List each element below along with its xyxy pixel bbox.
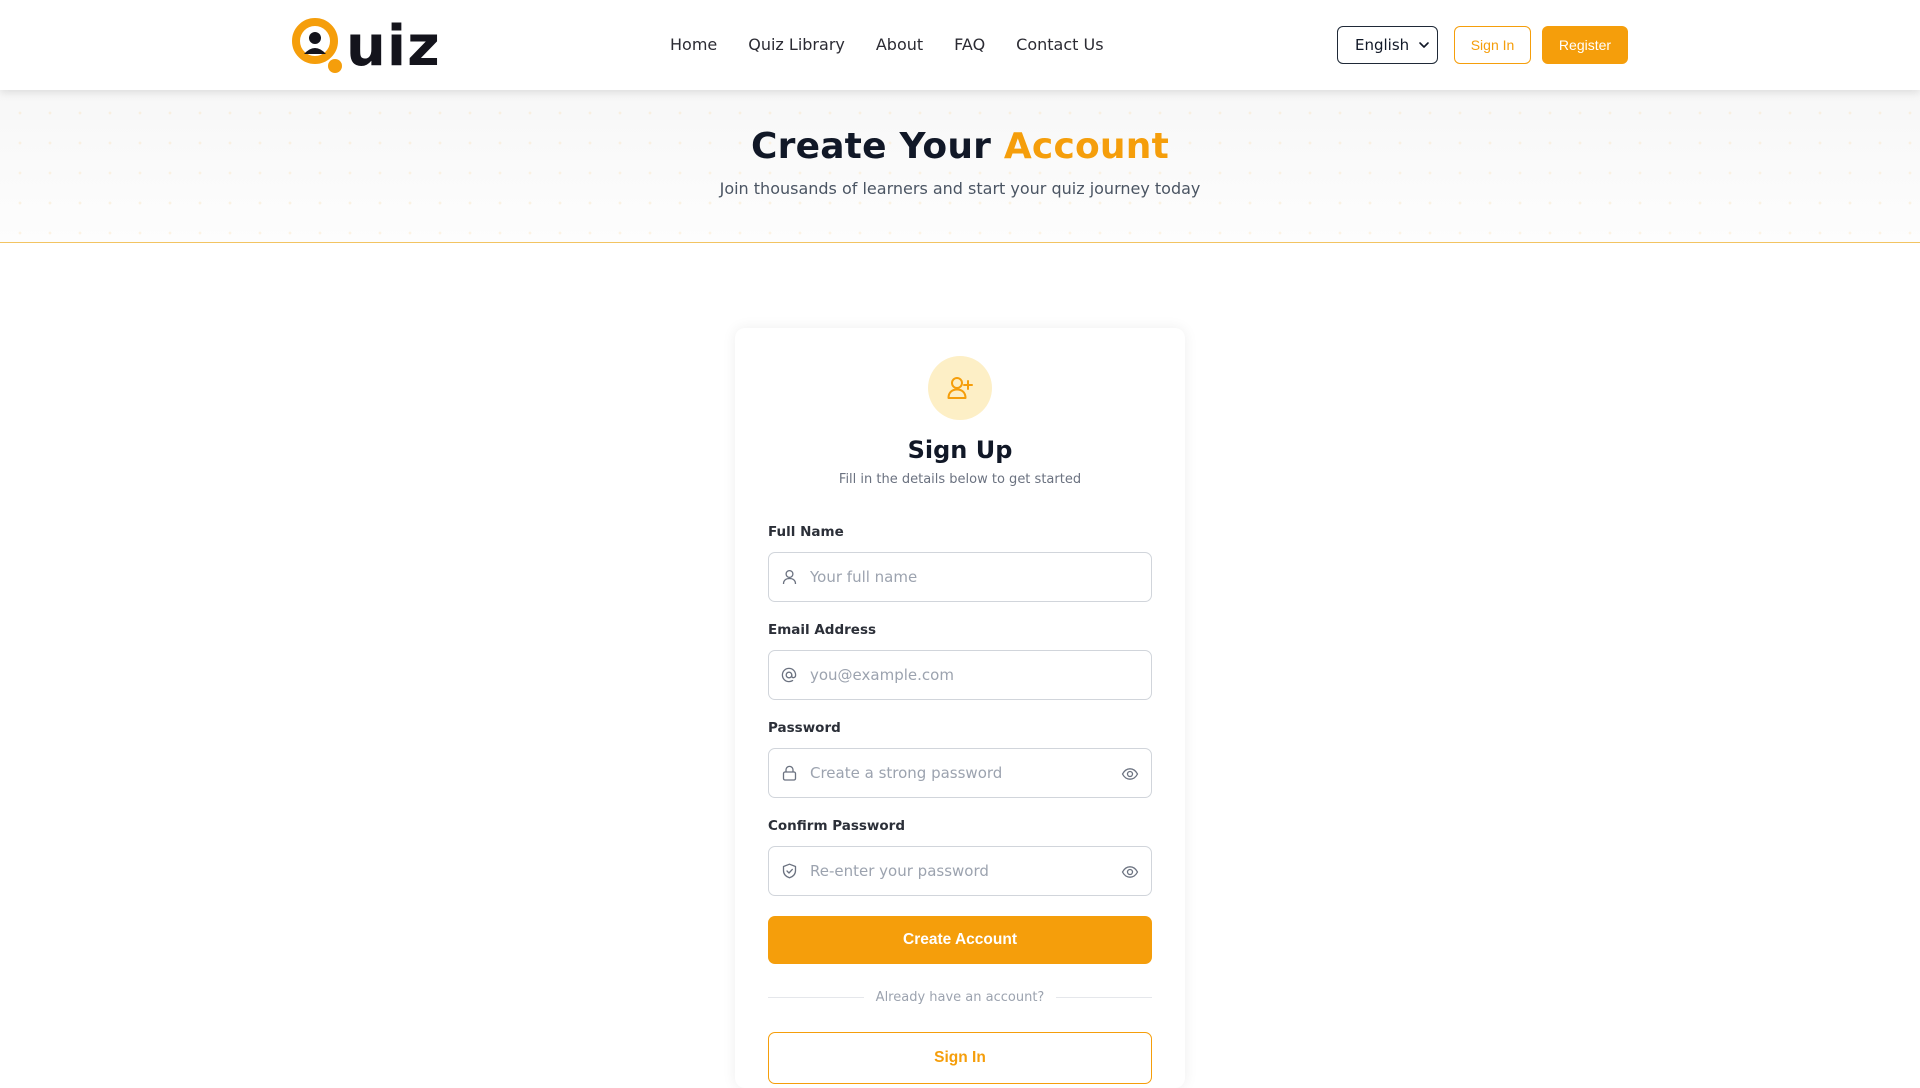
form-title: Sign Up <box>907 436 1013 464</box>
full-name-field[interactable] <box>768 552 1152 602</box>
quiz-logo[interactable]: uiz <box>290 14 441 76</box>
language-value: English <box>1355 36 1410 54</box>
divider-line-right <box>1056 996 1153 998</box>
user-icon <box>781 569 797 585</box>
page-title-main: Create Your <box>751 126 1004 167</box>
divider: Already have an account? <box>768 988 1153 1006</box>
nav-about[interactable]: About <box>876 35 923 54</box>
lock-icon <box>781 765 797 781</box>
header-sign-in-button[interactable]: Sign In <box>1454 26 1531 64</box>
nav-quiz-library[interactable]: Quiz Library <box>748 35 845 54</box>
sign-in-button[interactable]: Sign In <box>768 1032 1152 1084</box>
header-register-button[interactable]: Register <box>1542 26 1628 64</box>
full-name-label: Full Name <box>768 524 844 540</box>
full-name-input[interactable] <box>810 562 1100 592</box>
page-title: Create Your Account <box>0 126 1920 167</box>
divider-text: Already have an account? <box>875 989 1045 1005</box>
main-nav: Home Quiz Library About FAQ Contact Us <box>670 0 1135 88</box>
language-select[interactable]: English <box>1337 26 1438 64</box>
page-subtitle: Join thousands of learners and start you… <box>719 179 1201 198</box>
divider-line-left <box>768 996 864 998</box>
show-password-eye-icon[interactable] <box>1121 765 1139 783</box>
password-label: Password <box>768 720 841 736</box>
confirm-password-field[interactable] <box>768 846 1152 896</box>
top-header: uiz Home Quiz Library About FAQ Contact … <box>0 0 1920 90</box>
logo-text: uiz <box>346 14 441 79</box>
email-label: Email Address <box>768 622 877 638</box>
password-field[interactable] <box>768 748 1152 798</box>
shield-check-icon <box>781 863 797 879</box>
signup-card: Sign Up Fill in the details below to get… <box>735 328 1185 1088</box>
at-icon <box>781 667 797 683</box>
email-field[interactable] <box>768 650 1152 700</box>
logo-q-icon <box>292 18 342 73</box>
nav-contact-us[interactable]: Contact Us <box>1016 35 1103 54</box>
create-account-button[interactable]: Create Account <box>768 916 1152 964</box>
nav-home[interactable]: Home <box>670 35 717 54</box>
email-input[interactable] <box>810 660 1100 690</box>
page-title-accent: Account <box>1003 126 1169 167</box>
confirm-password-input[interactable] <box>810 856 1100 886</box>
user-plus-icon <box>928 356 992 420</box>
show-confirm-password-eye-icon[interactable] <box>1121 863 1139 881</box>
confirm-password-label: Confirm Password <box>768 818 906 834</box>
hero-banner: Create Your Account Join thousands of le… <box>0 90 1920 243</box>
nav-faq[interactable]: FAQ <box>954 35 985 54</box>
form-subtitle: Fill in the details below to get started <box>838 472 1082 487</box>
password-input[interactable] <box>810 758 1100 788</box>
chevron-down-icon <box>1418 39 1430 51</box>
